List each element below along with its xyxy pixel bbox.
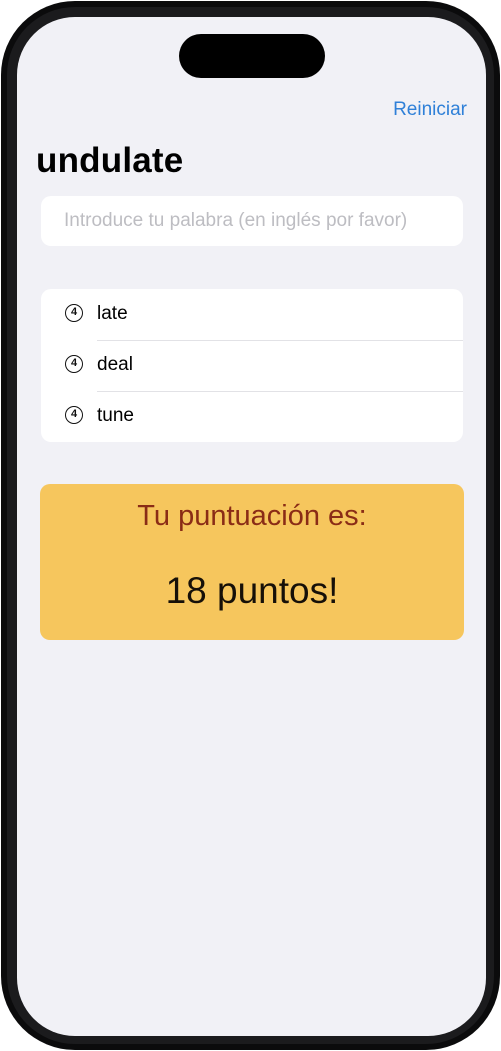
list-item: 4 deal — [41, 340, 463, 391]
word-label: tune — [97, 405, 134, 426]
restart-button[interactable]: Reiniciar — [393, 99, 467, 121]
dynamic-island — [179, 34, 325, 78]
list-item: 4 tune — [41, 391, 463, 442]
word-input[interactable] — [41, 196, 463, 246]
score-heading: Tu puntuación es: — [137, 500, 367, 532]
page-title: undulate — [36, 141, 184, 180]
letter-count-icon: 4 — [65, 406, 83, 424]
score-card: Tu puntuación es: 18 puntos! — [40, 484, 464, 640]
word-input-container — [41, 196, 463, 246]
word-label: late — [97, 303, 128, 324]
word-label: deal — [97, 354, 133, 375]
letter-count-icon: 4 — [65, 355, 83, 373]
letter-count-icon: 4 — [65, 304, 83, 322]
list-item: 4 late — [41, 289, 463, 340]
used-words-list: 4 late 4 deal 4 tune — [41, 289, 463, 442]
score-value: 18 puntos! — [165, 570, 339, 611]
app-screen: Reiniciar undulate 4 late 4 deal 4 tune … — [17, 17, 486, 1036]
phone-frame: Reiniciar undulate 4 late 4 deal 4 tune … — [1, 1, 500, 1050]
